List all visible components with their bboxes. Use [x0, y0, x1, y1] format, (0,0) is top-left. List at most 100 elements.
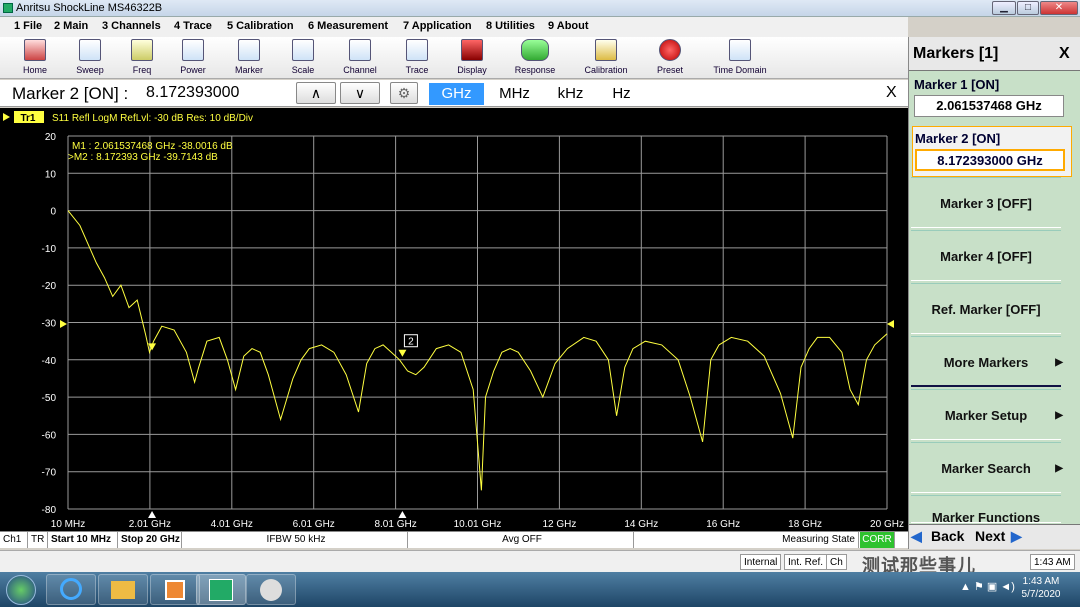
- clock[interactable]: 1:43 AM 5/7/2020: [1020, 576, 1062, 600]
- tray-icons[interactable]: ▲ ⚑ ▣ ◄): [960, 580, 1020, 596]
- marker-4-button[interactable]: Marker 4 [OFF]: [911, 230, 1061, 281]
- browser-icon: [60, 578, 82, 600]
- shockline-icon: [209, 579, 233, 601]
- increment-button[interactable]: ∧: [296, 82, 336, 104]
- next-button[interactable]: Next: [975, 528, 1005, 544]
- toolbar-response-button[interactable]: Response: [505, 39, 565, 77]
- home-icon: [24, 39, 46, 61]
- toolbar-time-domain-button[interactable]: Time Domain: [710, 39, 770, 77]
- entry-close-button[interactable]: X: [886, 84, 897, 102]
- menu-utilities[interactable]: 8 Utilities: [486, 20, 535, 32]
- unit-mhz-button[interactable]: MHz: [487, 83, 542, 105]
- y-tick-label: 0: [50, 207, 56, 218]
- taskbar-browser[interactable]: [46, 574, 96, 605]
- marker-1-control[interactable]: Marker 1 [ON] 2.061537468 GHz: [912, 73, 1072, 124]
- close-window-button[interactable]: ✕: [1040, 1, 1078, 15]
- marker-1-value[interactable]: 2.061537468 GHz: [914, 95, 1064, 117]
- taskbar-paint[interactable]: [246, 574, 296, 605]
- markers: 2: [148, 334, 418, 518]
- menu-bar: 1 File 2 Main 3 Channels 4 Trace 5 Calib…: [0, 17, 908, 37]
- marker-setup-button[interactable]: Marker Setup ▶: [911, 389, 1063, 440]
- toolbar-scale-button[interactable]: Scale: [273, 39, 333, 77]
- menu-calibration[interactable]: 5 Calibration: [227, 20, 294, 32]
- toolbar-display-button[interactable]: Display: [442, 39, 502, 77]
- display-icon: [461, 39, 483, 61]
- x-tick-label: 4.01 GHz: [211, 519, 253, 530]
- toolbar-preset-button[interactable]: Preset: [640, 39, 700, 77]
- status-internal: Internal: [740, 554, 782, 570]
- marker-2-control[interactable]: Marker 2 [ON] 8.172393000 GHz: [912, 126, 1072, 177]
- menu-channels[interactable]: 3 Channels: [102, 20, 161, 32]
- unit-hz-button[interactable]: Hz: [594, 83, 649, 105]
- y-tick-label: 10: [45, 169, 57, 180]
- marker-1-x-indicator: [148, 511, 157, 518]
- status-corr: CORR: [860, 532, 895, 548]
- status-stop[interactable]: Stop 20 GHz: [118, 532, 182, 548]
- plot-area[interactable]: Tr1 S11 Refl LogM RefLvl: -30 dB Res: 10…: [0, 108, 908, 531]
- start-button[interactable]: [6, 575, 36, 605]
- toolbar-marker-button[interactable]: Marker: [219, 39, 279, 77]
- back-button[interactable]: Back: [931, 528, 964, 544]
- toolbar-power-button[interactable]: Power: [163, 39, 223, 77]
- taskbar-explorer[interactable]: [98, 574, 148, 605]
- menu-trace[interactable]: 4 Trace: [174, 20, 212, 32]
- menu-file[interactable]: 1 File: [14, 20, 42, 32]
- unit-khz-button[interactable]: kHz: [543, 83, 598, 105]
- y-tick-label: -50: [42, 393, 57, 404]
- toolbar: Home Sweep Freq Power Marker Scale Chann…: [0, 37, 908, 79]
- x-tick-label: 10 MHz: [51, 519, 85, 530]
- toolbar-home-button[interactable]: Home: [5, 39, 65, 77]
- y-ticks: 20 10 0 -10 -20 -30 -40 -50 -60 -70 -80: [42, 132, 57, 516]
- paint-icon: [260, 579, 282, 601]
- marker-1-label: Marker 1 [ON]: [914, 77, 1000, 92]
- maximize-button[interactable]: □: [1017, 1, 1039, 15]
- marker-value-input[interactable]: 8.172393000: [146, 84, 239, 102]
- ref-marker-button[interactable]: Ref. Marker [OFF]: [911, 283, 1061, 334]
- menu-application[interactable]: 7 Application: [403, 20, 472, 32]
- media-icon: [165, 580, 185, 600]
- gear-icon[interactable]: ⚙: [390, 82, 418, 104]
- menu-about[interactable]: 9 About: [548, 20, 589, 32]
- submenu-arrow-icon: ▶: [1055, 410, 1063, 421]
- marker-3-button[interactable]: Marker 3 [OFF]: [911, 177, 1061, 228]
- minimize-button[interactable]: ▁: [992, 1, 1016, 15]
- toolbar-calibration-button[interactable]: Calibration: [576, 39, 636, 77]
- system-status-bar: Internal Int. Ref. Ch 1:43 AM 测试那些事儿: [0, 550, 1080, 576]
- marker-search-button[interactable]: Marker Search ▶: [911, 442, 1063, 493]
- toolbar-channel-button[interactable]: Channel: [330, 39, 390, 77]
- toolbar-sweep-button[interactable]: Sweep: [60, 39, 120, 77]
- panel-nav: ◀ Back Next ▶: [909, 524, 1080, 549]
- marker-2-value[interactable]: 8.172393000 GHz: [915, 149, 1065, 171]
- status-avg[interactable]: Avg OFF: [408, 532, 634, 548]
- status-ifbw[interactable]: IFBW 50 kHz: [182, 532, 408, 548]
- marker-2-flag-label: 2: [408, 337, 414, 348]
- s11-chart[interactable]: Tr1 S11 Refl LogM RefLvl: -30 dB Res: 10…: [0, 108, 908, 531]
- active-trace-arrow: [3, 113, 10, 121]
- taskbar-media[interactable]: [150, 574, 200, 605]
- marker-functions-button[interactable]: Marker Functions: [911, 495, 1061, 523]
- status-measuring: Measuring State: [634, 532, 859, 548]
- marker-2-x-indicator: [398, 511, 407, 518]
- decrement-button[interactable]: ∨: [340, 82, 380, 104]
- y-tick-label: -70: [42, 468, 57, 479]
- more-markers-button[interactable]: More Markers ▶: [911, 336, 1063, 387]
- menu-measurement[interactable]: 6 Measurement: [308, 20, 388, 32]
- calibration-icon: [595, 39, 617, 61]
- clock-time: 1:43 AM: [1022, 576, 1060, 587]
- submenu-arrow-icon: ▶: [1055, 357, 1063, 368]
- x-ticks: 10 MHz 2.01 GHz 4.01 GHz 6.01 GHz 8.01 GHz 10…: [51, 519, 904, 530]
- taskbar-shockline[interactable]: [196, 574, 246, 605]
- trace-tag[interactable]: Tr1: [20, 113, 35, 124]
- panel-close-button[interactable]: X: [1059, 45, 1070, 63]
- status-tr[interactable]: TR: [28, 532, 48, 548]
- menu-main[interactable]: 2 Main: [54, 20, 88, 32]
- unit-ghz-button[interactable]: GHz: [429, 83, 484, 105]
- status-time: 1:43 AM: [1030, 554, 1075, 570]
- panel-title: Markers [1]: [913, 45, 999, 62]
- m1-readout: M1 : 2.061537468 GHz -38.0016 dB: [72, 141, 233, 152]
- status-start[interactable]: Start 10 MHz: [48, 532, 118, 548]
- x-tick-label: 18 GHz: [788, 519, 822, 530]
- status-int-ref: Int. Ref.: [784, 554, 828, 570]
- toolbar-trace-button[interactable]: Trace: [387, 39, 447, 77]
- status-ch[interactable]: Ch1: [0, 532, 28, 548]
